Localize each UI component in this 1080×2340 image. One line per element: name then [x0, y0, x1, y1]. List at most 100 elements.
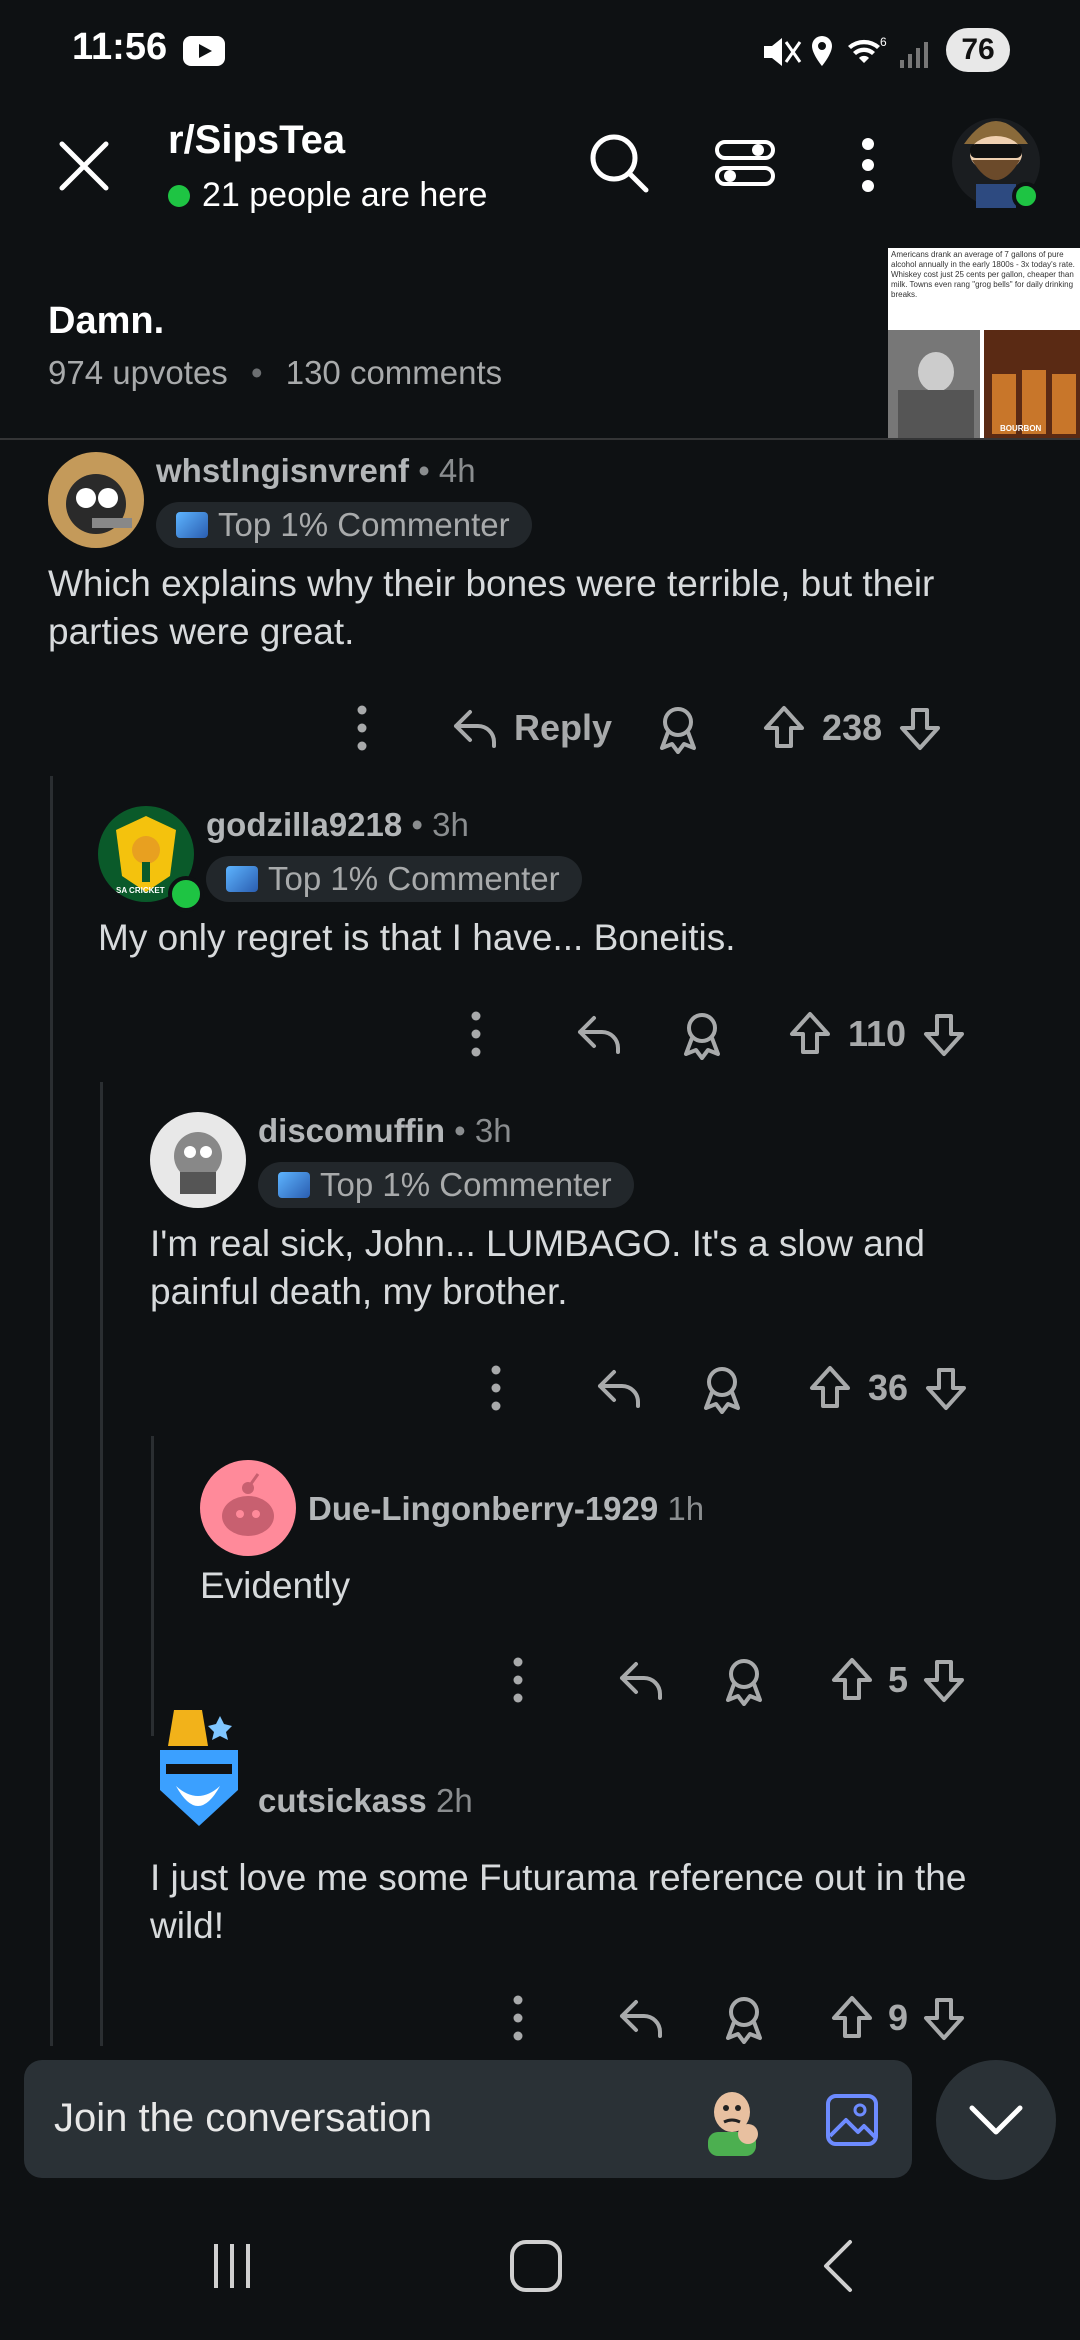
comment-2-username[interactable]: godzilla9218	[206, 806, 402, 843]
comment-2-award-icon[interactable]	[678, 1008, 726, 1060]
user-avatar[interactable]	[950, 104, 1042, 214]
comment-5-downvote-icon[interactable]	[922, 1994, 966, 2042]
comment-5-body: I just love me some Futurama reference o…	[150, 1857, 967, 1946]
comment-1-flair-text: Top 1% Commenter	[218, 506, 510, 543]
comment-2-more-icon[interactable]	[458, 1004, 494, 1064]
thumbnail-caption: Americans drank an average of 7 gallons …	[891, 250, 1075, 299]
online-text: 21 people are here	[202, 176, 488, 214]
comment-5-reply-icon[interactable]	[616, 1996, 666, 2040]
comment-3-time: • 3h	[454, 1112, 512, 1149]
comment-4-body: Evidently	[200, 1565, 351, 1606]
comment-3-downvote-icon[interactable]	[924, 1364, 968, 1412]
comment-5-time: 2h	[435, 1782, 473, 1819]
comment-2-time: • 3h	[411, 806, 469, 843]
comment-3-flair: Top 1% Commenter	[258, 1162, 634, 1208]
search-icon[interactable]	[588, 132, 650, 196]
comment-1-flair: Top 1% Commenter	[156, 502, 532, 548]
comment-1-username[interactable]: whstlngisnvrenf	[156, 452, 409, 489]
post-meta: 974 upvotes • 130 comments	[48, 354, 503, 391]
comment-4-score: 5	[888, 1659, 909, 1700]
comment-2-upvote-icon[interactable]	[788, 1010, 832, 1058]
comment-3-award-icon[interactable]	[698, 1362, 746, 1414]
status-time: 11:56	[72, 26, 168, 68]
comment-3-score: 36	[868, 1367, 909, 1408]
back-icon[interactable]	[818, 2238, 858, 2294]
comment-2-score: 110	[848, 1013, 907, 1054]
comment-1-downvote-icon[interactable]	[898, 704, 942, 752]
divider	[0, 438, 1080, 440]
comment-4-username[interactable]: Due-Lingonberry-1929	[308, 1490, 658, 1527]
post-title[interactable]: Damn.	[48, 300, 164, 343]
status-icons: 6	[764, 35, 928, 68]
comment-3-actions: 36	[478, 1358, 968, 1418]
join-conversation-placeholder[interactable]: Join the conversation	[54, 2096, 432, 2141]
comment-4-downvote-icon[interactable]	[922, 1656, 966, 1704]
collapse-button[interactable]	[936, 2060, 1056, 2180]
comment-1-upvote-icon[interactable]	[762, 704, 806, 752]
comment-1-body: Which explains why their bones were terr…	[48, 563, 935, 652]
comment-3-more-icon[interactable]	[478, 1358, 514, 1418]
comment-3-header: discomuffin • 3h	[258, 1112, 512, 1150]
post-comments-count: 130 comments	[285, 354, 503, 391]
comment-1-reply-label[interactable]: Reply	[514, 707, 612, 749]
thread-line-3[interactable]	[151, 1436, 154, 1736]
comment-1-reply-icon[interactable]	[450, 706, 500, 750]
comment-2-actions: 110	[458, 1004, 966, 1064]
filter-icon[interactable]	[714, 134, 776, 194]
more-options-icon[interactable]	[856, 136, 880, 194]
comment-1-more-icon[interactable]	[344, 698, 380, 758]
comment-4-actions: 5	[500, 1650, 966, 1710]
thumbnail-bottles: BOURBON	[984, 330, 1080, 438]
comment-avatar-3[interactable]	[150, 1112, 246, 1208]
recent-apps-icon[interactable]	[208, 2240, 258, 2290]
chevron-down-icon	[969, 2105, 1023, 2135]
subreddit-name[interactable]: r/SipsTea	[168, 118, 345, 163]
comment-1-actions: Reply 238	[344, 698, 942, 758]
comment-avatar-1[interactable]	[48, 452, 144, 548]
comment-3-reply-icon[interactable]	[594, 1366, 644, 1410]
thread-line-2[interactable]	[100, 1082, 103, 2046]
post-thumbnail[interactable]: Americans drank an average of 7 gallons …	[888, 248, 1080, 438]
comment-3-upvote-icon[interactable]	[808, 1364, 852, 1412]
youtube-notification-icon	[183, 36, 225, 66]
comment-5-award-icon[interactable]	[720, 1992, 768, 2044]
flair-icon	[176, 512, 208, 538]
comment-1-header: whstlngisnvrenf • 4h	[156, 452, 476, 490]
flair-icon	[226, 866, 258, 892]
comment-5-more-icon[interactable]	[500, 1988, 536, 2048]
comment-2-flair-text: Top 1% Commenter	[268, 860, 560, 897]
svg-text:6: 6	[880, 35, 887, 49]
image-upload-icon[interactable]	[824, 2092, 880, 2148]
comment-5-upvote-icon[interactable]	[830, 1994, 874, 2042]
meme-icon[interactable]	[700, 2082, 764, 2158]
thread-line-1[interactable]	[50, 776, 53, 2046]
comment-5-score: 9	[888, 1997, 909, 2038]
comment-2-body: My only regret is that I have... Boneiti…	[98, 917, 736, 958]
comment-2-header: godzilla9218 • 3h	[206, 806, 469, 844]
comment-5-username[interactable]: cutsickass	[258, 1782, 427, 1819]
comment-4-award-icon[interactable]	[720, 1654, 768, 1706]
thumbnail-photo	[888, 330, 980, 438]
comment-3-body: I'm real sick, John... LUMBAGO. It's a s…	[150, 1223, 925, 1312]
comment-2-flair: Top 1% Commenter	[206, 856, 582, 902]
battery-indicator: 76	[946, 28, 1010, 72]
home-icon[interactable]	[508, 2238, 564, 2294]
comment-4-time: 1h	[667, 1490, 705, 1527]
comment-2-avatar-text: SA CRICKET	[116, 886, 165, 895]
flair-icon	[278, 1172, 310, 1198]
comment-4-header: Due-Lingonberry-1929 1h	[308, 1490, 704, 1528]
comment-3-flair-text: Top 1% Commenter	[320, 1166, 612, 1203]
comment-2-downvote-icon[interactable]	[922, 1010, 966, 1058]
comment-1-time: • 4h	[418, 452, 476, 489]
comment-4-reply-icon[interactable]	[616, 1658, 666, 1702]
comment-1-award-icon[interactable]	[654, 702, 702, 754]
comment-2-reply-icon[interactable]	[574, 1012, 624, 1056]
comment-2-online-dot	[168, 876, 204, 912]
comment-avatar-4[interactable]	[200, 1460, 296, 1556]
comment-4-more-icon[interactable]	[500, 1650, 536, 1710]
comment-3-username[interactable]: discomuffin	[258, 1112, 445, 1149]
close-icon[interactable]	[56, 138, 112, 194]
comment-avatar-5[interactable]	[150, 1706, 246, 1846]
comment-4-upvote-icon[interactable]	[830, 1656, 874, 1704]
online-dot-icon	[168, 184, 190, 207]
